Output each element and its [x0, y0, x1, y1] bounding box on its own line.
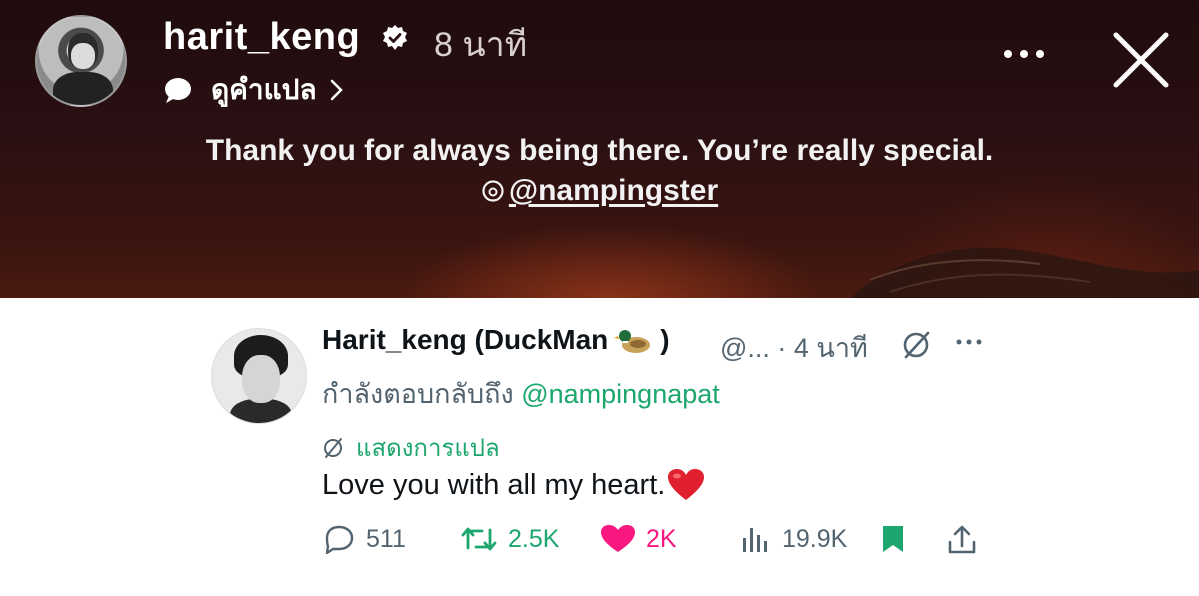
story-mention-text: @nampingster [508, 174, 719, 207]
like-button[interactable]: 2K [600, 524, 677, 554]
tweet-text: Love you with all my heart. [322, 468, 705, 502]
close-icon[interactable] [1110, 29, 1172, 91]
heart-icon [601, 525, 635, 552]
tweet-text-body: Love you with all my heart. [322, 468, 666, 501]
translate-icon [324, 437, 342, 458]
repost-icon [461, 527, 497, 551]
views-count: 19.9K [782, 524, 848, 553]
display-name-suffix: ) [660, 324, 670, 355]
see-translation-label: ดูคำแปล [211, 74, 317, 105]
grok-icon[interactable] [900, 330, 934, 360]
tweet-display-name[interactable]: Harit_keng (DuckMan ) [322, 324, 670, 356]
chevron-right-icon [330, 79, 343, 101]
reply-mention-link[interactable]: @nampingnapat [521, 379, 720, 409]
story-username[interactable]: harit_keng [163, 16, 360, 59]
threads-icon [482, 180, 504, 202]
share-button[interactable] [946, 524, 988, 556]
repost-button[interactable]: 2.5K [460, 524, 559, 554]
share-icon [948, 525, 976, 554]
bookmark-button[interactable] [878, 524, 918, 554]
display-name-text: Harit_keng (DuckMan [322, 324, 609, 355]
red-heart-emoji-icon [668, 469, 705, 500]
reply-icon [325, 525, 354, 554]
tweet-avatar[interactable] [211, 328, 307, 424]
story-avatar[interactable] [35, 15, 127, 107]
tweet-card: Harit_keng (DuckMan ) @... · 4 นาที กำลั… [0, 298, 1199, 596]
tweet-handle-time: @... · 4 นาที [720, 333, 868, 363]
story-caption: Thank you for always being there. You’re… [0, 131, 1199, 214]
see-translation-button[interactable]: ดูคำแปล [163, 68, 345, 112]
duck-emoji-icon [614, 330, 651, 353]
views-chart-icon [743, 528, 767, 552]
bookmark-icon [883, 526, 903, 552]
replying-to: กำลังตอบกลับถึง @nampingnapat [322, 372, 720, 415]
story-time: 8 นาที [434, 26, 528, 64]
like-count: 2K [646, 524, 677, 553]
show-translation-button[interactable]: แสดงการแปล [322, 428, 500, 467]
replying-to-label: กำลังตอบกลับถึง [322, 379, 514, 409]
story-mention-link[interactable]: @nampingster [481, 171, 718, 211]
background-hair-shape [851, 247, 1199, 298]
reply-count: 511 [366, 524, 406, 553]
views-button[interactable]: 19.9K [740, 524, 847, 554]
speech-bubble-icon [165, 78, 191, 103]
more-options-icon[interactable] [1000, 46, 1048, 62]
more-options-icon[interactable] [955, 338, 983, 346]
repost-count: 2.5K [508, 524, 560, 553]
tweet-actions-bar: 511 2.5K 2K 19.9K [322, 524, 982, 554]
reply-button[interactable]: 511 [322, 524, 406, 554]
verified-badge-icon [383, 25, 407, 50]
story-panel: harit_keng 8 นาที ดูคำแปล Thank you for … [0, 0, 1199, 298]
show-translation-label: แสดงการแปล [356, 435, 500, 462]
story-caption-text: Thank you for always being there. You’re… [205, 134, 994, 167]
